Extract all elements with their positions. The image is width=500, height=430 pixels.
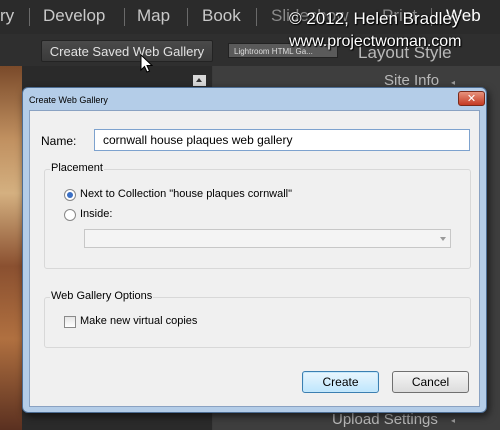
module-separator [124, 8, 125, 26]
module-separator [187, 8, 188, 26]
inside-collection-select[interactable] [84, 229, 451, 248]
module-separator [256, 8, 257, 26]
create-button[interactable]: Create [302, 371, 379, 393]
virtual-copies-label[interactable]: Make new virtual copies [80, 315, 197, 327]
panel-collapse-icon[interactable]: ◂ [451, 416, 455, 425]
module-separator [29, 8, 30, 26]
upload-settings-header[interactable]: Upload Settings [332, 411, 438, 428]
virtual-copies-checkbox[interactable] [64, 316, 76, 328]
scroll-up-arrow-icon[interactable] [193, 75, 206, 86]
panel-collapse-icon[interactable]: ◂ [451, 78, 455, 87]
copyright-watermark: © 2012, Helen Bradley [289, 9, 461, 28]
module-develop[interactable]: Develop [43, 6, 105, 26]
inside-label[interactable]: Inside: [80, 208, 112, 220]
module-map[interactable]: Map [137, 6, 170, 26]
placement-group-title: Placement [50, 162, 104, 174]
close-icon[interactable]: ✕ [458, 91, 485, 106]
next-to-collection-radio[interactable] [64, 189, 76, 201]
gallery-name-input[interactable] [94, 129, 470, 151]
web-gallery-options-title: Web Gallery Options [50, 290, 154, 302]
create-saved-web-gallery-button[interactable]: Create Saved Web Gallery [41, 40, 213, 62]
arrow-cursor-icon [140, 54, 153, 73]
photo-preview [0, 66, 22, 430]
chevron-down-icon [440, 237, 446, 241]
cancel-button[interactable]: Cancel [392, 371, 469, 393]
module-book[interactable]: Book [202, 6, 241, 26]
inside-radio[interactable] [64, 209, 76, 221]
website-watermark: www.projectwoman.com [289, 33, 462, 50]
module-library[interactable]: ry [0, 6, 14, 26]
next-to-collection-label[interactable]: Next to Collection "house plaques cornwa… [80, 188, 292, 200]
dialog-title: Create Web Gallery [29, 95, 108, 105]
name-label: Name: [41, 134, 77, 148]
